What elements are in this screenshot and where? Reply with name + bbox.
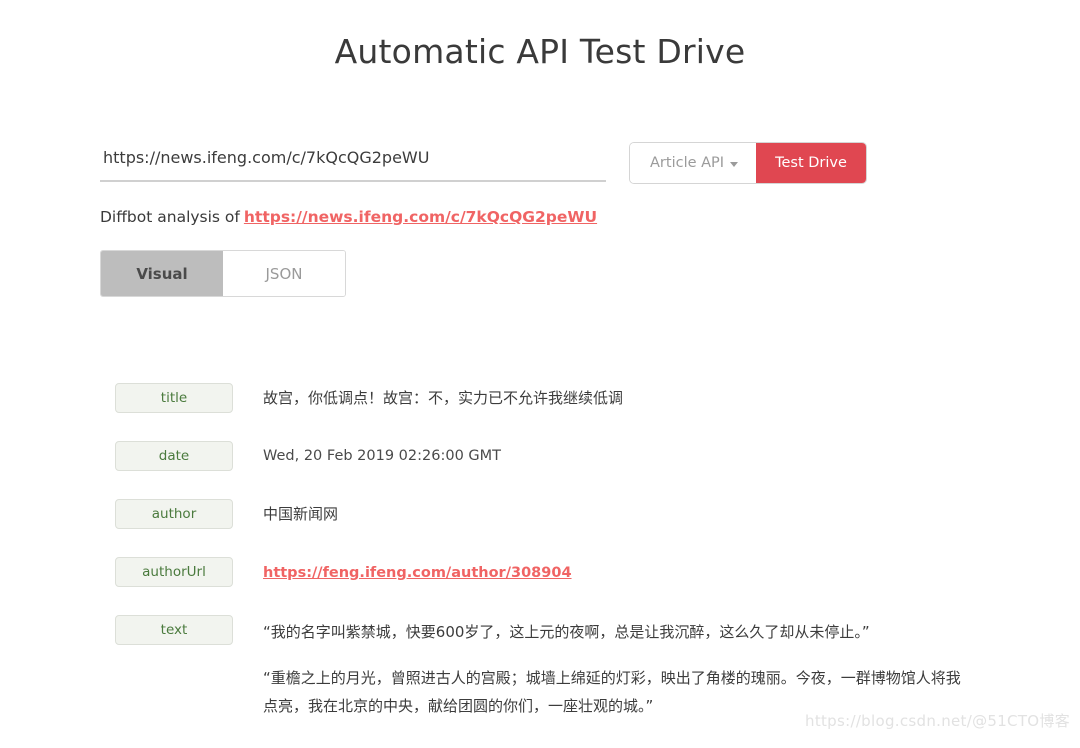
text-paragraph-1: “我的名字叫紫禁城，快要600岁了，这上元的夜啊，总是让我沉醉，这么久了却从未停… bbox=[263, 623, 870, 641]
author-url-link[interactable]: https://feng.ifeng.com/author/308904 bbox=[263, 565, 572, 581]
article-api-dropdown-button[interactable]: Article API bbox=[630, 143, 757, 183]
test-drive-label: Test Drive bbox=[775, 155, 847, 171]
field-value-author: 中国新闻网 bbox=[263, 505, 339, 523]
analysis-summary-line: Diffbot analysis of https://news.ifeng.co… bbox=[100, 206, 597, 228]
tab-visual[interactable]: Visual bbox=[101, 251, 223, 296]
chevron-down-icon bbox=[730, 161, 739, 167]
field-row-text: text “我的名字叫紫禁城，快要600岁了，这上元的夜啊，总是让我沉醉，这么久… bbox=[115, 615, 1015, 720]
field-key-author-url[interactable]: authorUrl bbox=[115, 557, 233, 587]
field-row-title: title 故宫，你低调点！故宫：不，实力已不允许我继续低调 bbox=[115, 383, 1015, 413]
field-key-date[interactable]: date bbox=[115, 441, 233, 471]
article-api-label: Article API bbox=[650, 155, 725, 171]
field-row-date: date Wed, 20 Feb 2019 02:26:00 GMT bbox=[115, 441, 1015, 471]
url-input[interactable] bbox=[100, 140, 606, 182]
field-row-author: author 中国新闻网 bbox=[115, 499, 1015, 529]
field-value-text: “我的名字叫紫禁城，快要600岁了，这上元的夜啊，总是让我沉醉，这么久了却从未停… bbox=[263, 615, 973, 720]
field-key-text[interactable]: text bbox=[115, 615, 233, 645]
analysis-prefix: Diffbot analysis of bbox=[100, 208, 240, 226]
view-mode-tabs: Visual JSON bbox=[100, 250, 346, 297]
analysis-url-link[interactable]: https://news.ifeng.com/c/7kQcQG2peWU bbox=[244, 208, 597, 226]
extracted-fields-list: title 故宫，你低调点！故宫：不，实力已不允许我继续低调 date Wed,… bbox=[115, 383, 1015, 748]
test-drive-button[interactable]: Test Drive bbox=[756, 143, 866, 183]
tab-json[interactable]: JSON bbox=[223, 251, 345, 296]
field-value-date: Wed, 20 Feb 2019 02:26:00 GMT bbox=[263, 448, 502, 464]
page-title: Automatic API Test Drive bbox=[334, 32, 746, 71]
url-form-row: Article API Test Drive bbox=[100, 140, 980, 186]
field-value-author-url: https://feng.ifeng.com/author/308904 bbox=[263, 557, 572, 585]
api-action-button-group: Article API Test Drive bbox=[630, 143, 866, 183]
field-key-title[interactable]: title bbox=[115, 383, 233, 413]
watermark: https://blog.csdn.net/@51CTO博客 bbox=[805, 712, 1070, 730]
field-value-title: 故宫，你低调点！故宫：不，实力已不允许我继续低调 bbox=[263, 389, 624, 407]
field-row-author-url: authorUrl https://feng.ifeng.com/author/… bbox=[115, 557, 1015, 587]
field-key-author[interactable]: author bbox=[115, 499, 233, 529]
